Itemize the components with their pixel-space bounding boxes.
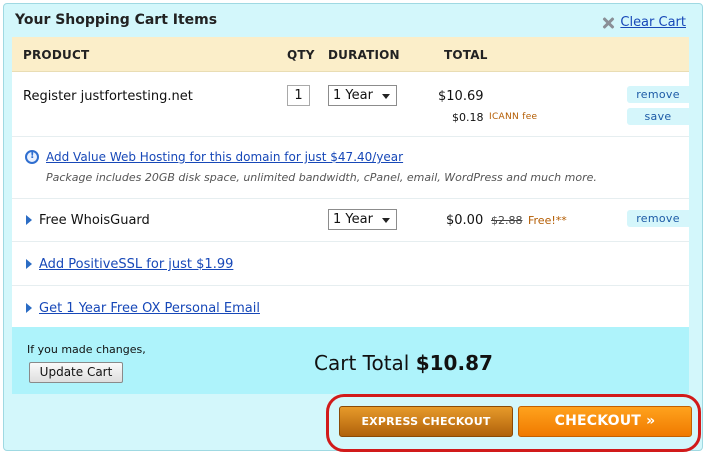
- header-total: TOTAL: [444, 48, 488, 62]
- row-divider: [12, 136, 689, 137]
- chevron-down-icon: [382, 94, 390, 99]
- changes-label: If you made changes,: [27, 343, 146, 356]
- old-price: $2.88: [491, 214, 523, 227]
- product-name: Free WhoisGuard: [39, 213, 150, 228]
- cart-total-label: Cart Total: [314, 351, 416, 375]
- chevron-down-icon: [382, 218, 390, 223]
- duration-value: 1 Year: [333, 212, 373, 227]
- line-total: $10.69: [438, 89, 484, 104]
- remove-button[interactable]: remove: [627, 86, 689, 103]
- qty-input[interactable]: 1: [287, 85, 310, 106]
- close-icon[interactable]: [601, 16, 615, 30]
- panel-title: Your Shopping Cart Items: [15, 12, 218, 28]
- express-checkout-button[interactable]: EXPRESS CHECKOUT: [339, 406, 513, 437]
- header-product: PRODUCT: [23, 48, 90, 62]
- duration-select[interactable]: 1 Year: [328, 85, 397, 106]
- duration-value: 1 Year: [333, 88, 373, 103]
- cart-total-bar: If you made changes, Update Cart Cart To…: [12, 327, 689, 394]
- expand-arrow-icon[interactable]: [26, 303, 32, 313]
- header-qty: QTY: [287, 48, 315, 62]
- row-divider: [12, 241, 689, 242]
- table-header: PRODUCT QTY DURATION TOTAL: [12, 37, 689, 72]
- add-hosting-link[interactable]: Add Value Web Hosting for this domain fo…: [46, 150, 403, 164]
- cart-items-table: PRODUCT QTY DURATION TOTAL Register just…: [12, 37, 689, 327]
- remove-button[interactable]: remove: [627, 210, 689, 227]
- save-button[interactable]: save: [627, 108, 689, 125]
- free-label: Free!**: [528, 214, 567, 227]
- row-divider: [12, 285, 689, 286]
- clear-cart-link[interactable]: Clear Cart: [620, 15, 686, 30]
- expand-arrow-icon[interactable]: [26, 259, 32, 269]
- clear-cart-control[interactable]: Clear Cart: [601, 15, 686, 30]
- cart-total: Cart Total $10.87: [314, 351, 493, 375]
- icann-fee-label: ICANN fee: [489, 112, 538, 122]
- info-icon: [25, 150, 39, 164]
- duration-select[interactable]: 1 Year: [328, 209, 397, 230]
- add-ssl-link[interactable]: Add PositiveSSL for just $1.99: [39, 257, 233, 272]
- row-divider: [12, 198, 689, 199]
- product-name: Register justfortesting.net: [23, 89, 193, 104]
- update-cart-button[interactable]: Update Cart: [29, 362, 123, 383]
- hosting-description: Package includes 20GB disk space, unlimi…: [46, 171, 597, 184]
- cart-total-value: $10.87: [415, 351, 493, 375]
- free-email-link[interactable]: Get 1 Year Free OX Personal Email: [39, 301, 260, 316]
- icann-fee-amount: $0.18: [452, 111, 484, 124]
- line-total: $0.00: [446, 213, 484, 228]
- checkout-button[interactable]: CHECKOUT »: [518, 406, 692, 437]
- header-duration: DURATION: [328, 48, 400, 62]
- expand-arrow-icon[interactable]: [26, 215, 32, 225]
